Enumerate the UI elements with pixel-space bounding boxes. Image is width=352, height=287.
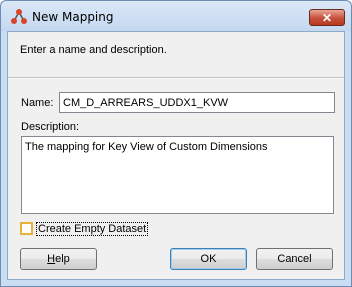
mapping-icon xyxy=(11,9,27,24)
close-icon: ✕ xyxy=(321,11,333,25)
name-field[interactable] xyxy=(59,92,335,113)
new-mapping-dialog: New Mapping ✕ Enter a name and descripti… xyxy=(0,0,352,287)
name-label: Name: xyxy=(21,97,54,109)
title-bar[interactable]: New Mapping ✕ xyxy=(1,1,351,31)
cancel-button[interactable]: Cancel xyxy=(256,248,333,270)
ok-button[interactable]: OK xyxy=(170,248,247,270)
header-divider xyxy=(8,77,344,79)
description-label: Description: xyxy=(21,121,80,133)
help-button[interactable]: Help xyxy=(20,248,97,270)
header-band: Enter a name and description. xyxy=(8,32,344,77)
close-button[interactable]: ✕ xyxy=(309,9,345,26)
help-label: elp xyxy=(55,253,70,265)
create-empty-dataset-label[interactable]: Create Empty Dataset xyxy=(36,222,149,236)
instruction-text: Enter a name and description. xyxy=(20,44,167,56)
window-title: New Mapping xyxy=(32,10,114,24)
create-empty-dataset-checkbox[interactable] xyxy=(20,222,33,235)
help-mnemonic: H xyxy=(47,253,56,265)
dialog-body: Enter a name and description. Name: Desc… xyxy=(7,31,345,280)
description-field[interactable]: The mapping for Key View of Custom Dimen… xyxy=(21,136,334,214)
